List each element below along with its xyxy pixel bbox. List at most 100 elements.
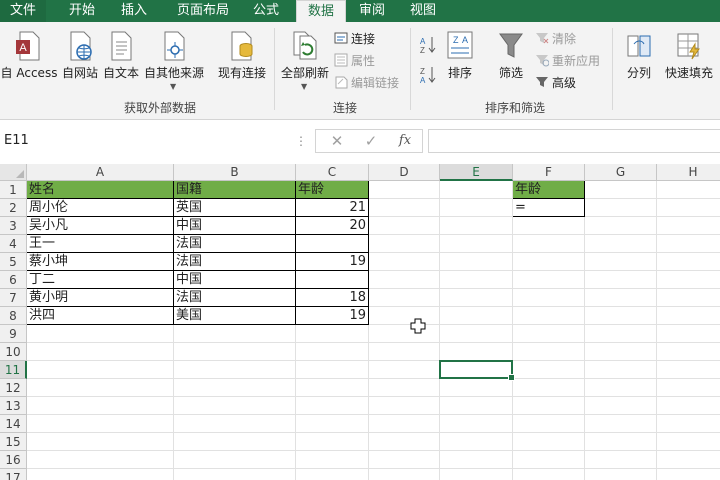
- cell[interactable]: [657, 343, 720, 361]
- existing-connections-button[interactable]: 现有连接: [215, 30, 269, 92]
- cell[interactable]: [369, 415, 440, 433]
- cell[interactable]: [174, 397, 296, 415]
- tab-file[interactable]: 文件: [0, 0, 46, 22]
- table-cell[interactable]: 英国: [174, 199, 296, 217]
- from-web-button[interactable]: 自网站: [60, 30, 100, 92]
- row-header-13[interactable]: 13: [0, 397, 27, 415]
- cell[interactable]: [369, 361, 440, 379]
- cell[interactable]: [440, 307, 513, 325]
- column-header-c[interactable]: C: [296, 164, 369, 181]
- refresh-all-button[interactable]: 全部刷新 ▼: [278, 30, 332, 92]
- cell[interactable]: [440, 451, 513, 469]
- table-cell[interactable]: 王一: [27, 235, 174, 253]
- cell[interactable]: [657, 379, 720, 397]
- cell[interactable]: [657, 307, 720, 325]
- cell[interactable]: [657, 361, 720, 379]
- sort-descending-button[interactable]: Z A: [419, 65, 437, 85]
- cell[interactable]: [585, 361, 657, 379]
- advanced-filter-button[interactable]: 高级: [535, 73, 576, 93]
- cell[interactable]: [369, 307, 440, 325]
- row-header-4[interactable]: 4: [0, 235, 27, 253]
- cell[interactable]: [657, 415, 720, 433]
- table-cell[interactable]: 19: [296, 307, 369, 325]
- sort-ascending-button[interactable]: A Z: [419, 35, 437, 55]
- cell[interactable]: [513, 433, 585, 451]
- cell[interactable]: [27, 433, 174, 451]
- tab-review[interactable]: 审阅: [350, 0, 394, 22]
- cell[interactable]: [369, 289, 440, 307]
- cell[interactable]: [174, 361, 296, 379]
- cell[interactable]: [440, 235, 513, 253]
- cell[interactable]: [174, 469, 296, 480]
- name-box[interactable]: E11: [0, 129, 290, 153]
- row-header-2[interactable]: 2: [0, 199, 27, 217]
- table-cell[interactable]: 法国: [174, 253, 296, 271]
- row-header-11[interactable]: 11: [0, 361, 27, 379]
- cell[interactable]: [27, 325, 174, 343]
- table-header-cell[interactable]: 姓名: [27, 181, 174, 199]
- cancel-icon[interactable]: ✕: [324, 130, 350, 152]
- tab-home[interactable]: 开始: [58, 0, 106, 22]
- cell[interactable]: [657, 235, 720, 253]
- cell[interactable]: [585, 397, 657, 415]
- cell[interactable]: [27, 343, 174, 361]
- row-header-7[interactable]: 7: [0, 289, 27, 307]
- filter-button[interactable]: 筛选: [492, 30, 530, 92]
- cell[interactable]: [585, 271, 657, 289]
- cell[interactable]: [27, 469, 174, 480]
- column-header-a[interactable]: A: [27, 164, 174, 181]
- table-cell[interactable]: 蔡小坤: [27, 253, 174, 271]
- cell[interactable]: [513, 325, 585, 343]
- cell[interactable]: [440, 253, 513, 271]
- cell[interactable]: [440, 397, 513, 415]
- table-cell[interactable]: 黄小明: [27, 289, 174, 307]
- table-cell[interactable]: 洪四: [27, 307, 174, 325]
- cell[interactable]: [513, 271, 585, 289]
- cell[interactable]: [27, 415, 174, 433]
- cell[interactable]: [296, 325, 369, 343]
- formula-input[interactable]: [428, 129, 720, 153]
- from-other-sources-button[interactable]: 自其他来源 ▼: [142, 30, 206, 92]
- row-header-9[interactable]: 9: [0, 325, 27, 343]
- tab-page-layout[interactable]: 页面布局: [167, 0, 239, 22]
- cell[interactable]: [585, 217, 657, 235]
- cell[interactable]: [657, 433, 720, 451]
- cell[interactable]: [440, 325, 513, 343]
- cell[interactable]: [513, 289, 585, 307]
- cell[interactable]: [174, 415, 296, 433]
- cell[interactable]: [657, 253, 720, 271]
- cell[interactable]: [296, 361, 369, 379]
- table-cell[interactable]: 中国: [174, 217, 296, 235]
- cell[interactable]: [657, 469, 720, 480]
- table-cell[interactable]: 美国: [174, 307, 296, 325]
- row-header-6[interactable]: 6: [0, 271, 27, 289]
- tab-data[interactable]: 数据: [296, 0, 346, 24]
- cell[interactable]: [513, 397, 585, 415]
- cell[interactable]: [585, 415, 657, 433]
- table-cell[interactable]: 中国: [174, 271, 296, 289]
- cell[interactable]: [440, 289, 513, 307]
- cell[interactable]: [513, 343, 585, 361]
- cell[interactable]: [174, 451, 296, 469]
- cell[interactable]: [296, 397, 369, 415]
- cell[interactable]: [27, 397, 174, 415]
- cell[interactable]: [296, 343, 369, 361]
- cell[interactable]: [657, 217, 720, 235]
- cell[interactable]: [513, 415, 585, 433]
- cell[interactable]: [585, 235, 657, 253]
- cell[interactable]: [369, 343, 440, 361]
- cell[interactable]: [296, 415, 369, 433]
- cell[interactable]: [440, 433, 513, 451]
- table-cell[interactable]: 20: [296, 217, 369, 235]
- table-header-cell[interactable]: 国籍: [174, 181, 296, 199]
- cell[interactable]: [585, 343, 657, 361]
- cell[interactable]: [369, 379, 440, 397]
- f-header-cell[interactable]: 年龄: [513, 181, 585, 199]
- table-cell[interactable]: [296, 271, 369, 289]
- more-options-icon[interactable]: ⋮: [293, 129, 309, 153]
- cell[interactable]: [513, 235, 585, 253]
- cell[interactable]: [585, 181, 657, 199]
- from-access-button[interactable]: A 自 Access: [0, 30, 58, 92]
- cell[interactable]: [369, 469, 440, 480]
- column-header-d[interactable]: D: [369, 164, 440, 181]
